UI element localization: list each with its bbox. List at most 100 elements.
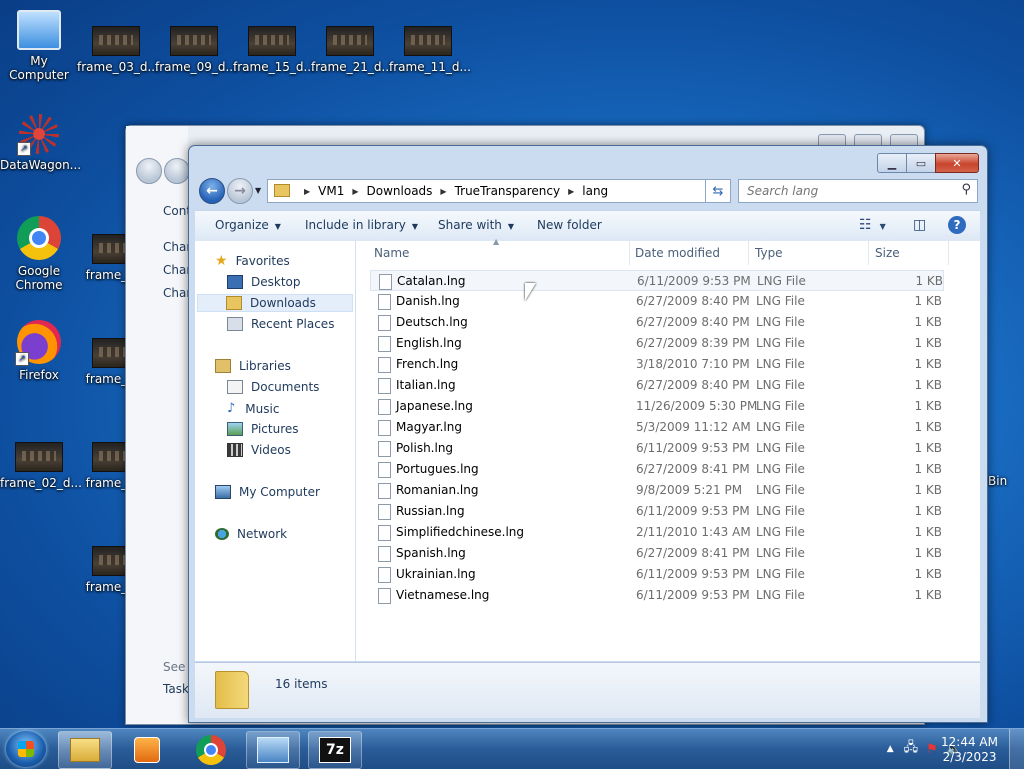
search-box[interactable]: ⚲ bbox=[738, 179, 978, 203]
nav-desktop[interactable]: Desktop bbox=[227, 275, 301, 289]
taskbar-7zip[interactable]: 7z bbox=[308, 731, 362, 769]
taskbar-explorer[interactable] bbox=[58, 731, 112, 769]
address-bar[interactable]: ▶ VM1 ▶ Downloads ▶ TrueTransparency ▶ l… bbox=[267, 179, 731, 203]
bg-link[interactable]: Task bbox=[163, 682, 189, 696]
help-icon[interactable]: ? bbox=[948, 216, 966, 234]
desktop-icon-video[interactable]: frame_02_d... bbox=[0, 442, 82, 490]
bg-back-button[interactable] bbox=[136, 158, 162, 184]
file-row[interactable]: Japanese.lng 11/26/2009 5:30 PM LNG File 1 … bbox=[370, 396, 944, 417]
file-row[interactable]: Vietnamese.lng 6/11/2009 9:53 PM LNG File 1… bbox=[370, 585, 944, 606]
column-header-date[interactable]: Date modified bbox=[629, 241, 749, 265]
nav-downloads[interactable]: Downloads bbox=[197, 294, 353, 312]
file-name: French.lng bbox=[396, 357, 459, 371]
close-button[interactable]: ✕ bbox=[935, 153, 979, 173]
file-size: 1 KB bbox=[914, 441, 942, 455]
minimize-button[interactable]: ▁ bbox=[877, 153, 907, 173]
desktop-icon bbox=[227, 275, 243, 289]
file-row[interactable]: Portugues.lng 6/27/2009 8:41 PM LNG File 1 … bbox=[370, 459, 944, 480]
breadcrumb-item[interactable]: TrueTransparency bbox=[455, 184, 561, 198]
nav-pictures[interactable]: Pictures bbox=[227, 422, 299, 436]
include-in-library-button[interactable]: Include in library ▼ bbox=[305, 218, 418, 232]
file-row[interactable]: Danish.lng 6/27/2009 8:40 PM LNG File 1 KB bbox=[370, 291, 944, 312]
clock[interactable]: 12:44 AM 2/3/2023 bbox=[941, 735, 998, 765]
show-hidden-icons-icon[interactable]: ▲ bbox=[887, 744, 894, 754]
computer-icon bbox=[215, 485, 231, 499]
file-row[interactable]: Simplifiedchinese.lng 2/11/2010 1:43 AM LN… bbox=[370, 522, 944, 543]
file-date-modified: 6/11/2009 9:53 PM bbox=[637, 274, 751, 288]
documents-icon bbox=[227, 380, 243, 394]
chevron-right-icon[interactable]: ▶ bbox=[568, 187, 574, 196]
change-view-icon[interactable]: ☷ ▼ bbox=[859, 217, 886, 233]
file-row[interactable]: Italian.lng 6/27/2009 8:40 PM LNG File 1 KB bbox=[370, 375, 944, 396]
libraries-icon bbox=[215, 359, 231, 373]
taskbar-network-app[interactable] bbox=[246, 731, 300, 769]
nav-documents[interactable]: Documents bbox=[227, 380, 319, 394]
show-desktop-button[interactable] bbox=[1009, 729, 1024, 769]
chevron-right-icon[interactable]: ▶ bbox=[352, 187, 358, 196]
column-header-size[interactable]: Size bbox=[869, 241, 949, 265]
maximize-button[interactable]: ▭ bbox=[906, 153, 936, 173]
file-date-modified: 2/11/2010 1:43 AM bbox=[636, 525, 751, 539]
bg-link[interactable]: Cont bbox=[163, 204, 191, 218]
new-folder-button[interactable]: New folder bbox=[537, 218, 602, 232]
desktop-icon-my-computer[interactable]: My Computer bbox=[0, 10, 78, 82]
desktop-icon-chrome[interactable]: Google Chrome bbox=[0, 216, 78, 292]
desktop-icon-video[interactable]: frame_11_d... bbox=[389, 26, 471, 74]
file-row[interactable]: French.lng 3/18/2010 7:10 PM LNG File 1 KB bbox=[370, 354, 944, 375]
file-date-modified: 6/27/2009 8:40 PM bbox=[636, 378, 750, 392]
search-icon[interactable]: ⚲ bbox=[961, 182, 971, 197]
file-size: 1 KB bbox=[914, 315, 942, 329]
breadcrumb-item[interactable]: Downloads bbox=[367, 184, 433, 198]
file-row[interactable]: Romanian.lng 9/8/2009 5:21 PM LNG File 1 KB bbox=[370, 480, 944, 501]
bg-forward-button[interactable] bbox=[164, 158, 190, 184]
media-player-icon bbox=[134, 737, 160, 763]
start-button[interactable] bbox=[6, 731, 46, 767]
desktop-icon-video[interactable]: frame_21_d... bbox=[311, 26, 393, 74]
desktop-icon-video[interactable]: frame_03_d... bbox=[77, 26, 159, 74]
file-row[interactable]: Spanish.lng 6/27/2009 8:41 PM LNG File 1 KB bbox=[370, 543, 944, 564]
desktop-icon-label: Google Chrome bbox=[15, 264, 63, 292]
breadcrumb-item[interactable]: lang bbox=[582, 184, 608, 198]
forward-button[interactable]: → bbox=[227, 178, 253, 204]
file-row[interactable]: English.lng 6/27/2009 8:39 PM LNG File 1 KB bbox=[370, 333, 944, 354]
nav-favorites[interactable]: ★ Favorites bbox=[215, 253, 290, 269]
preview-pane-icon[interactable]: ◫ bbox=[913, 217, 926, 233]
file-row[interactable]: Catalan.lng 6/11/2009 9:53 PM LNG File 1 KB bbox=[370, 270, 944, 291]
file-row[interactable]: Deutsch.lng 6/27/2009 8:40 PM LNG File 1 KB bbox=[370, 312, 944, 333]
organize-button[interactable]: Organize ▼ bbox=[215, 218, 281, 232]
search-input[interactable] bbox=[745, 180, 949, 202]
back-button[interactable]: ← bbox=[199, 178, 225, 204]
file-type: LNG File bbox=[756, 357, 805, 371]
file-row[interactable]: Russian.lng 6/11/2009 9:53 PM LNG File 1 KB bbox=[370, 501, 944, 522]
chevron-right-icon[interactable]: ▶ bbox=[440, 187, 446, 196]
desktop-icon-firefox[interactable]: ↗ Firefox bbox=[0, 320, 78, 382]
file-row[interactable]: Ukrainian.lng 6/11/2009 9:53 PM LNG File 1 … bbox=[370, 564, 944, 585]
file-type: LNG File bbox=[756, 567, 805, 581]
taskbar-chrome[interactable] bbox=[184, 731, 238, 769]
action-center-flag-icon[interactable]: ⚑ bbox=[926, 742, 938, 757]
nav-libraries[interactable]: Libraries bbox=[215, 359, 291, 373]
recent-pages-dropdown[interactable]: ▼ bbox=[255, 186, 261, 195]
nav-videos[interactable]: Videos bbox=[227, 443, 291, 457]
refresh-button[interactable]: ⇆ bbox=[705, 179, 731, 203]
breadcrumb-item[interactable]: VM1 bbox=[318, 184, 344, 198]
share-with-button[interactable]: Share with ▼ bbox=[438, 218, 514, 232]
network-status-icon[interactable]: 🖧 bbox=[904, 738, 919, 760]
file-row[interactable]: Magyar.lng 5/3/2009 11:12 AM LNG File 1 KB bbox=[370, 417, 944, 438]
datawagon-icon: ↗ bbox=[17, 114, 59, 156]
desktop-icon-video[interactable]: frame_09_d... bbox=[155, 26, 237, 74]
nav-music[interactable]: ♪ Music bbox=[227, 401, 279, 416]
nav-network[interactable]: Network bbox=[215, 527, 287, 541]
nav-recent-places[interactable]: Recent Places bbox=[227, 317, 334, 331]
chevron-right-icon[interactable]: ▶ bbox=[304, 187, 310, 196]
taskbar-media-player[interactable] bbox=[120, 731, 174, 769]
file-icon bbox=[378, 294, 391, 310]
file-icon bbox=[378, 546, 391, 562]
column-header-type[interactable]: Type bbox=[749, 241, 869, 265]
explorer-window[interactable]: ▁ ▭ ✕ ← → ▼ ▶ VM1 ▶ Downloads ▶ TrueTran… bbox=[188, 145, 988, 723]
desktop-icon-datawagon[interactable]: ↗ DataWagon... bbox=[0, 114, 81, 172]
file-name: Portugues.lng bbox=[396, 462, 479, 476]
desktop-icon-video[interactable]: frame_15_d... bbox=[233, 26, 315, 74]
file-row[interactable]: Polish.lng 6/11/2009 9:53 PM LNG File 1 KB bbox=[370, 438, 944, 459]
nav-my-computer[interactable]: My Computer bbox=[215, 485, 320, 499]
